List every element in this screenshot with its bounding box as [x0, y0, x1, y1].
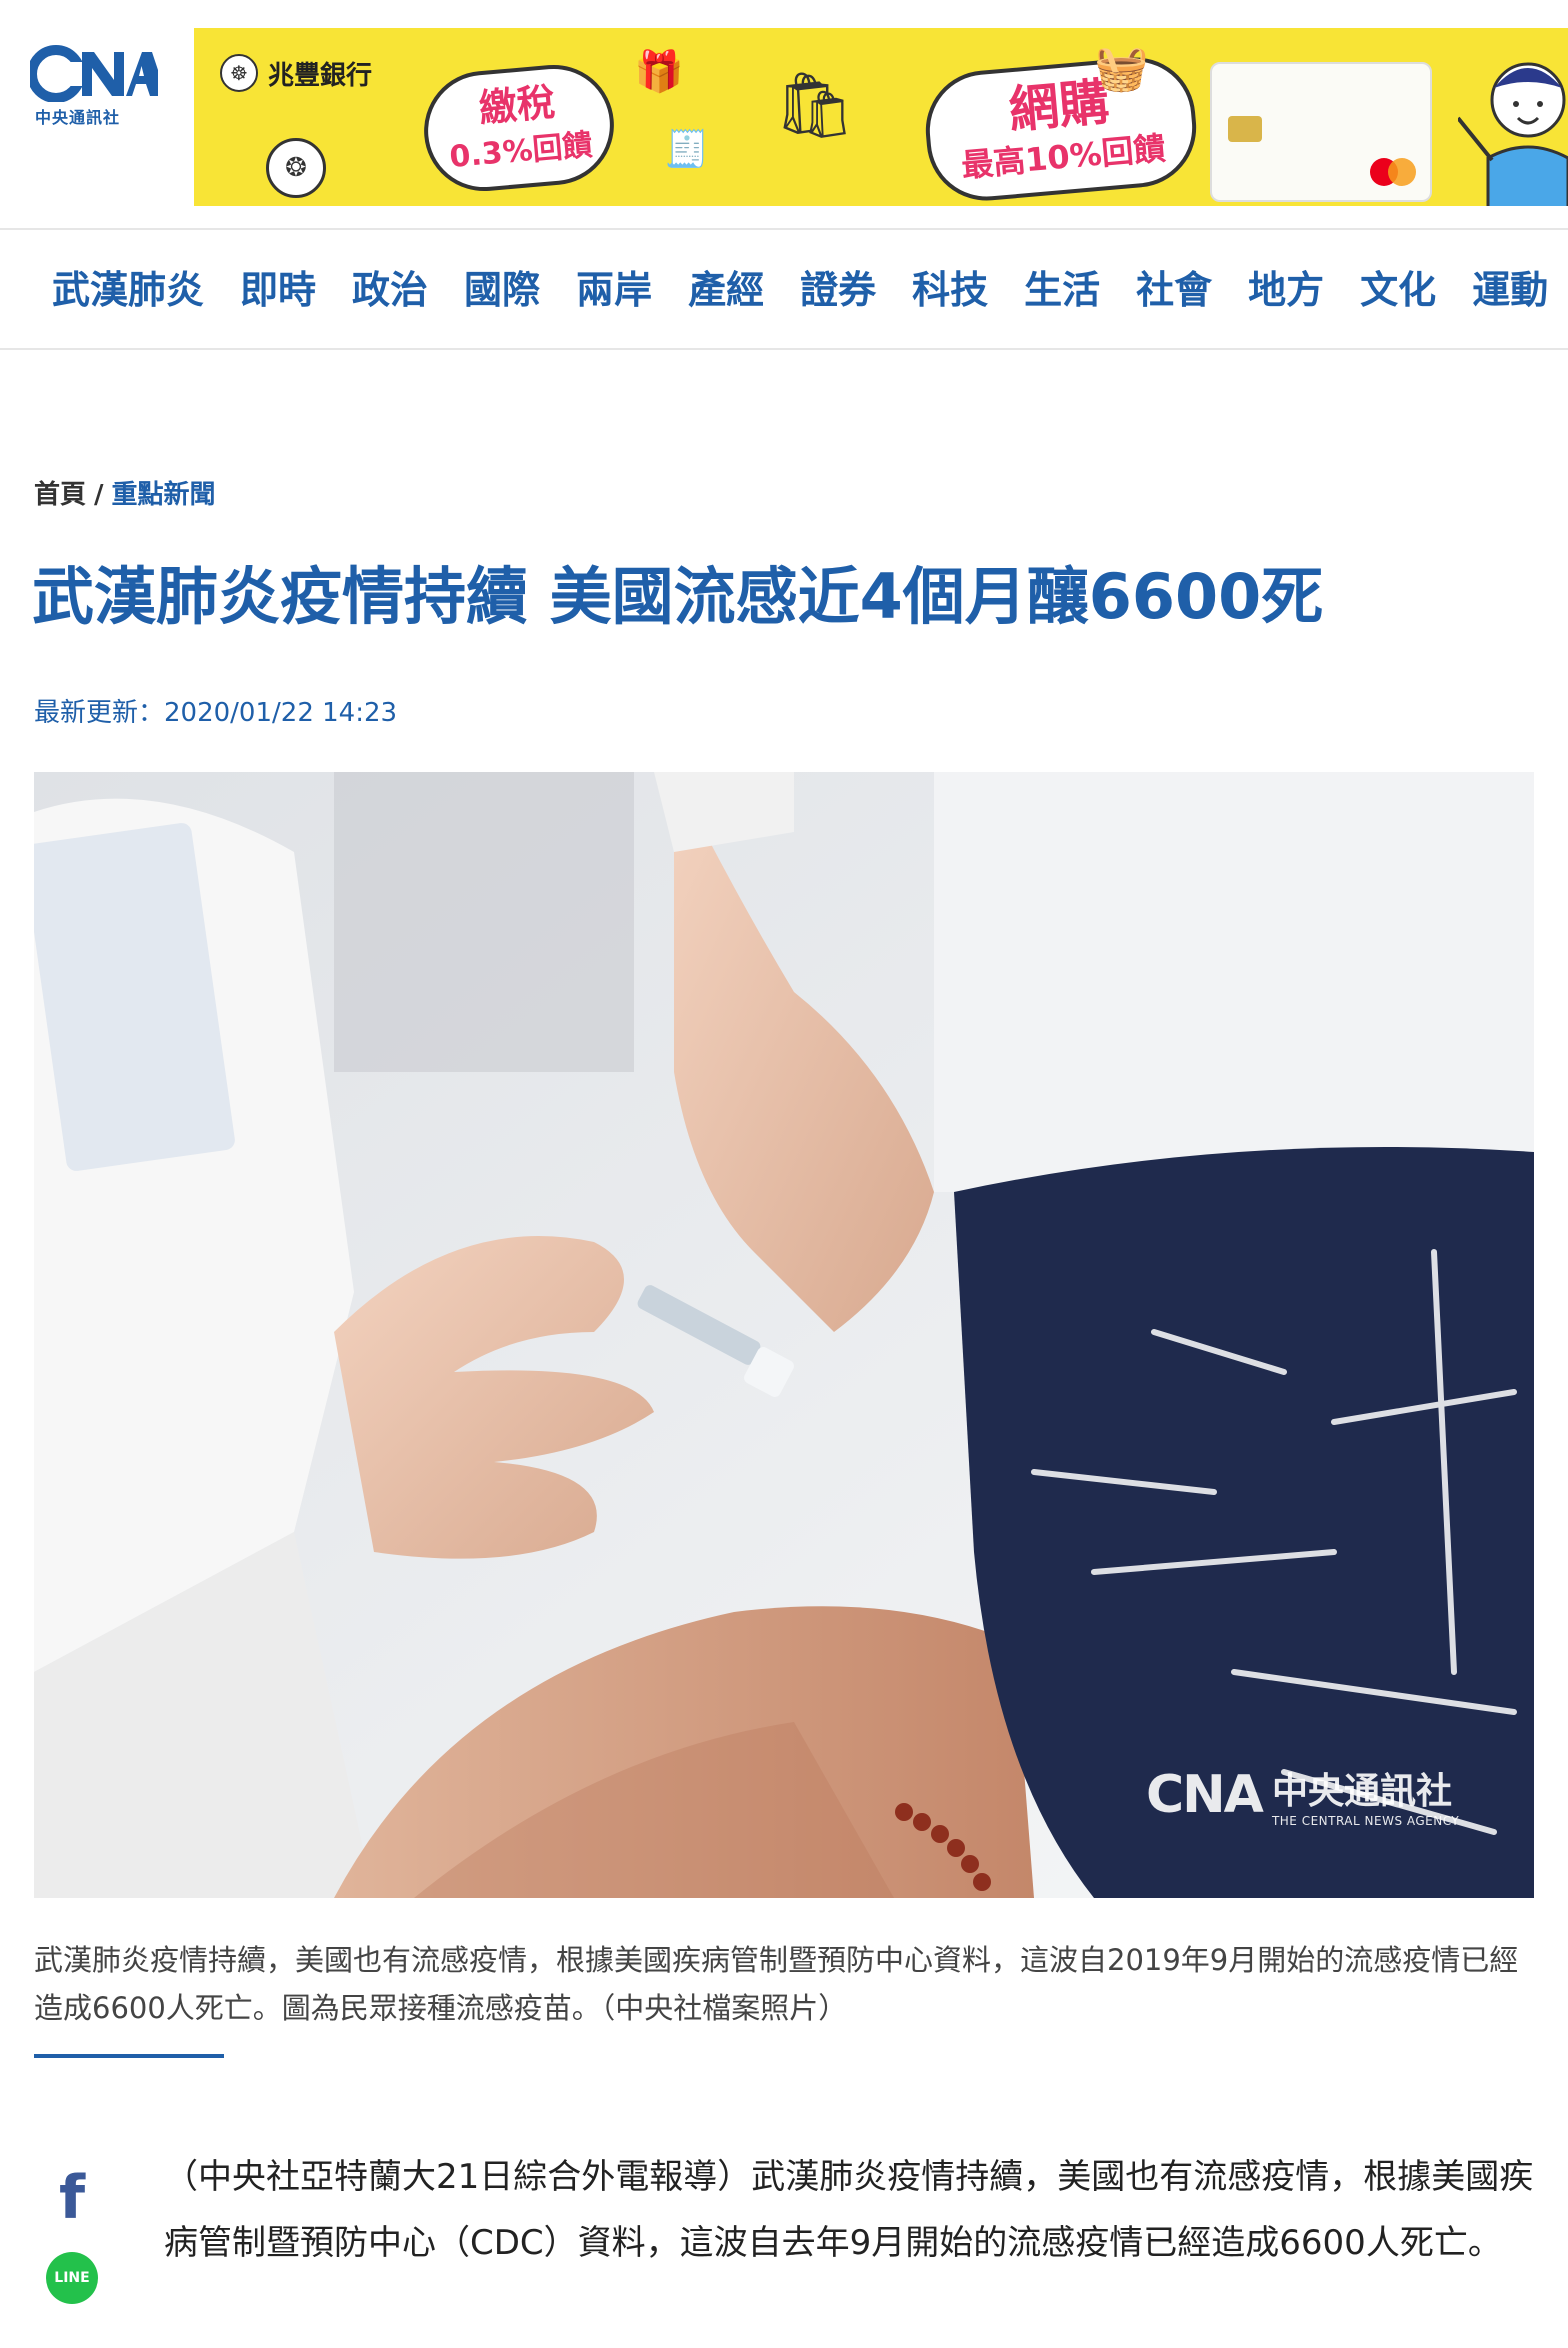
nav-item[interactable]: 文化 [1360, 266, 1436, 314]
nav-item[interactable]: 證券 [800, 266, 876, 314]
bank-logo-icon: ☸ [220, 54, 258, 92]
coin-icon: ❂ [266, 138, 326, 198]
nav-list: 武漢肺炎 即時 政治 國際 兩岸 產經 證券 科技 生活 社會 地方 文化 運動 [52, 266, 1548, 314]
watermark-en: THE CENTRAL NEWS AGENCY [1271, 1814, 1460, 1828]
caption-divider [34, 2054, 224, 2058]
article-photo[interactable]: CNA 中央通訊社 THE CENTRAL NEWS AGENCY [34, 772, 1534, 1898]
nav-item[interactable]: 社會 [1136, 266, 1212, 314]
breadcrumb-current[interactable]: 重點新聞 [112, 480, 216, 510]
receipt-icon: 🧾 [664, 129, 709, 170]
watermark-cn: 中央通訊社 [1271, 1771, 1452, 1812]
nav-item[interactable]: 生活 [1024, 266, 1100, 314]
ad-web-rate: 最高10%回饋 [959, 129, 1168, 185]
article-updated-time: 最新更新：2020/01/22 14:23 [34, 698, 398, 728]
facebook-share-icon[interactable]: f [46, 2168, 98, 2228]
line-share-icon[interactable]: LINE [46, 2252, 98, 2304]
nav-item[interactable]: 武漢肺炎 [52, 266, 204, 314]
ad-tax-rate: 0.3%回饋 [448, 127, 594, 176]
nav-item[interactable]: 即時 [240, 266, 316, 314]
article-body: （中央社亞特蘭大21日綜合外電報導）武漢肺炎疫情持續，美國也有流感疫情，根據美國… [164, 2157, 1534, 2263]
share-bar: f LINE [46, 2168, 98, 2304]
breadcrumb-separator: / [94, 480, 104, 510]
cna-logo-mark-icon [30, 45, 158, 102]
gift-icon: 🎁 [634, 49, 684, 95]
nav-item[interactable]: 產經 [688, 266, 764, 314]
ad-web-badge: 網購 最高10%回饋 [920, 52, 1202, 206]
article-title: 武漢肺炎疫情持續 美國流感近4個月釀6600死 [32, 560, 1324, 633]
ad-tax-title: 繳稅 [477, 79, 557, 131]
ad-bank-name: 兆豐銀行 [268, 60, 373, 91]
ad-bank-brand: ☸ 兆豐銀行 [220, 54, 372, 92]
photo-watermark: CNA 中央通訊社 THE CENTRAL NEWS AGENCY [1146, 1762, 1459, 1828]
site-header: 中央通訊社 ☸ 兆豐銀行 ❂ 繳稅 0.3%回饋 🎁 🧾 🛍 網購 最高10%回… [0, 0, 1568, 230]
mastercard-icon [1370, 158, 1416, 186]
main-nav: 武漢肺炎 即時 政治 國際 兩岸 產經 證券 科技 生活 社會 地方 文化 運動 [0, 232, 1568, 350]
ad-tax-badge: 繳稅 0.3%回饋 [419, 59, 619, 197]
nav-item[interactable]: 運動 [1472, 266, 1548, 314]
shopping-bags-icon: 🛍 [774, 69, 856, 143]
shopping-basket-icon: 🧺 [1094, 43, 1149, 94]
breadcrumb-home[interactable]: 首頁 [34, 480, 86, 510]
vaccination-photo-illustration [34, 772, 1534, 1898]
watermark-logo: CNA [1146, 1765, 1264, 1825]
nav-item[interactable]: 政治 [352, 266, 428, 314]
mascot-person-icon [1458, 62, 1568, 206]
nav-item[interactable]: 地方 [1248, 266, 1324, 314]
nav-item[interactable]: 兩岸 [576, 266, 652, 314]
ad-banner[interactable]: ☸ 兆豐銀行 ❂ 繳稅 0.3%回饋 🎁 🧾 🛍 網購 最高10%回饋 🧺 [194, 28, 1568, 206]
nav-item[interactable]: 國際 [464, 266, 540, 314]
header-divider [0, 228, 1568, 230]
card-chip-icon [1228, 116, 1262, 142]
cna-logo[interactable]: 中央通訊社 [30, 44, 158, 134]
credit-card-image [1210, 62, 1432, 202]
breadcrumb: 首頁 / 重點新聞 [34, 474, 216, 511]
photo-caption: 武漢肺炎疫情持續，美國也有流感疫情，根據美國疾病管制暨預防中心資料，這波自201… [34, 1943, 1519, 2025]
nav-item[interactable]: 科技 [912, 266, 988, 314]
logo-subtitle: 中央通訊社 [35, 108, 121, 127]
